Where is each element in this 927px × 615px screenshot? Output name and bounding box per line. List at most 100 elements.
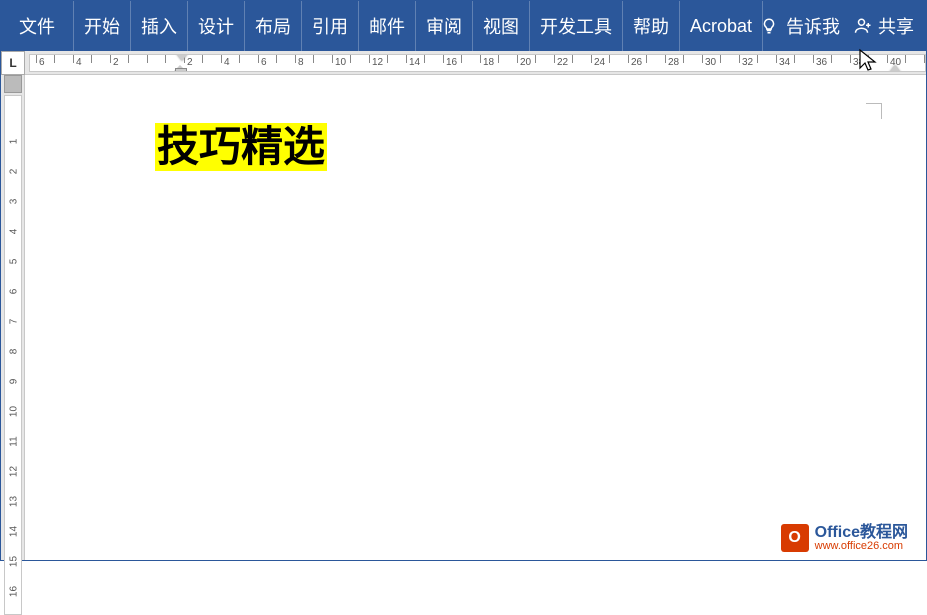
ribbon-tabs: 文件 开始 插入 设计 布局 引用 邮件 审阅 视图 开发工具 帮助 Acrob…: [1, 1, 763, 51]
ruler-number: 4: [224, 57, 230, 68]
ruler-tick: [498, 55, 499, 63]
ruler-number: 6: [9, 286, 20, 298]
tab-acrobat[interactable]: Acrobat: [680, 1, 763, 51]
tab-help[interactable]: 帮助: [623, 1, 680, 51]
vertical-ruler[interactable]: 12345678910111213141516: [4, 95, 22, 615]
ruler-number: 28: [668, 57, 679, 68]
person-share-icon: [854, 17, 872, 35]
ruler-tick: [147, 55, 148, 63]
ruler-tick: [239, 55, 240, 63]
ruler-number: 8: [298, 57, 304, 68]
ruler-number: 10: [335, 57, 346, 68]
tell-me-search[interactable]: 告诉我: [754, 13, 846, 39]
ruler-number: 5: [9, 256, 20, 268]
ruler-tick: [73, 55, 74, 63]
ruler-tick: [424, 55, 425, 63]
vertical-ruler-area: 12345678910111213141516: [1, 75, 25, 560]
tell-me-label: 告诉我: [786, 13, 840, 39]
ruler-tick: [739, 55, 740, 63]
tab-view[interactable]: 视图: [473, 1, 530, 51]
ruler-tick: [702, 55, 703, 63]
ruler-tick: [924, 55, 925, 63]
ribbon-right: 告诉我 共享: [754, 1, 926, 51]
ruler-number: 18: [483, 57, 494, 68]
share-label: 共享: [878, 13, 914, 39]
ruler-number: 15: [9, 556, 20, 568]
ruler-tick: [517, 55, 518, 63]
document-text-highlighted[interactable]: 技巧精选: [155, 123, 327, 171]
document-area[interactable]: 技巧精选 O Office教程网 www.office26.com: [25, 75, 926, 560]
ruler-tick: [831, 55, 832, 63]
ribbon: 文件 开始 插入 设计 布局 引用 邮件 审阅 视图 开发工具 帮助 Acrob…: [1, 1, 926, 51]
ruler-number: 12: [372, 57, 383, 68]
ruler-tick: [36, 55, 37, 63]
watermark-url: www.office26.com: [815, 541, 908, 552]
ruler-number: 38: [853, 57, 864, 68]
first-line-indent-marker[interactable]: [176, 54, 188, 61]
office-logo-icon: O: [781, 524, 809, 552]
ruler-number: 2: [113, 57, 119, 68]
horizontal-ruler[interactable]: 6422468101214161820222426283032343638404…: [29, 54, 926, 72]
page-margin-corner: [866, 103, 882, 119]
tab-layout[interactable]: 布局: [245, 1, 302, 51]
ruler-tick: [757, 55, 758, 63]
ruler-number: 7: [9, 316, 20, 328]
ruler-tick: [868, 55, 869, 63]
ruler-tick: [295, 55, 296, 63]
ruler-number: 9: [9, 376, 20, 388]
ruler-tick: [887, 55, 888, 63]
ruler-number: 12: [9, 466, 20, 478]
ruler-number: 4: [9, 226, 20, 238]
ruler-tick: [258, 55, 259, 63]
ruler-number: 2: [9, 166, 20, 178]
ruler-tick: [480, 55, 481, 63]
ruler-tick: [776, 55, 777, 63]
tab-design[interactable]: 设计: [188, 1, 245, 51]
ruler-number: 6: [261, 57, 267, 68]
ruler-number: 16: [9, 586, 20, 598]
watermark-text: Office教程网 www.office26.com: [815, 525, 908, 552]
ruler-tick: [332, 55, 333, 63]
ruler-tick: [91, 55, 92, 63]
ruler-number: 32: [742, 57, 753, 68]
ruler-number: 13: [9, 496, 20, 508]
ruler-tick: [461, 55, 462, 63]
ruler-tick: [572, 55, 573, 63]
ruler-tick: [276, 55, 277, 63]
horizontal-ruler-area: L 64224681012141618202224262830323436384…: [1, 51, 926, 75]
ruler-tick: [313, 55, 314, 63]
ruler-number: 4: [76, 57, 82, 68]
ruler-tick: [905, 55, 906, 63]
tab-review[interactable]: 审阅: [416, 1, 473, 51]
ruler-tick: [221, 55, 222, 63]
ruler-tick: [628, 55, 629, 63]
tab-developer[interactable]: 开发工具: [530, 1, 623, 51]
tab-insert[interactable]: 插入: [131, 1, 188, 51]
ruler-number: 22: [557, 57, 568, 68]
tab-mailings[interactable]: 邮件: [359, 1, 416, 51]
ruler-tick: [350, 55, 351, 63]
ruler-tick: [387, 55, 388, 63]
ruler-tick: [202, 55, 203, 63]
hanging-indent-marker[interactable]: [174, 67, 186, 72]
ruler-tick: [850, 55, 851, 63]
ruler-tick: [683, 55, 684, 63]
ruler-number: 20: [520, 57, 531, 68]
tab-file[interactable]: 文件: [1, 1, 74, 51]
ruler-tick: [720, 55, 721, 63]
ruler-tick: [369, 55, 370, 63]
ruler-tick: [443, 55, 444, 63]
tab-stop-selector[interactable]: L: [1, 51, 25, 75]
tab-references[interactable]: 引用: [302, 1, 359, 51]
ruler-tick: [591, 55, 592, 63]
ruler-number: 14: [409, 57, 420, 68]
ruler-tick: [554, 55, 555, 63]
ruler-number: 26: [631, 57, 642, 68]
tab-home[interactable]: 开始: [74, 1, 131, 51]
ruler-tick: [165, 55, 166, 63]
right-indent-marker[interactable]: [889, 65, 901, 72]
ruler-number: 34: [779, 57, 790, 68]
share-button[interactable]: 共享: [854, 13, 914, 39]
ruler-number: 6: [39, 57, 45, 68]
ruler-tick: [609, 55, 610, 63]
